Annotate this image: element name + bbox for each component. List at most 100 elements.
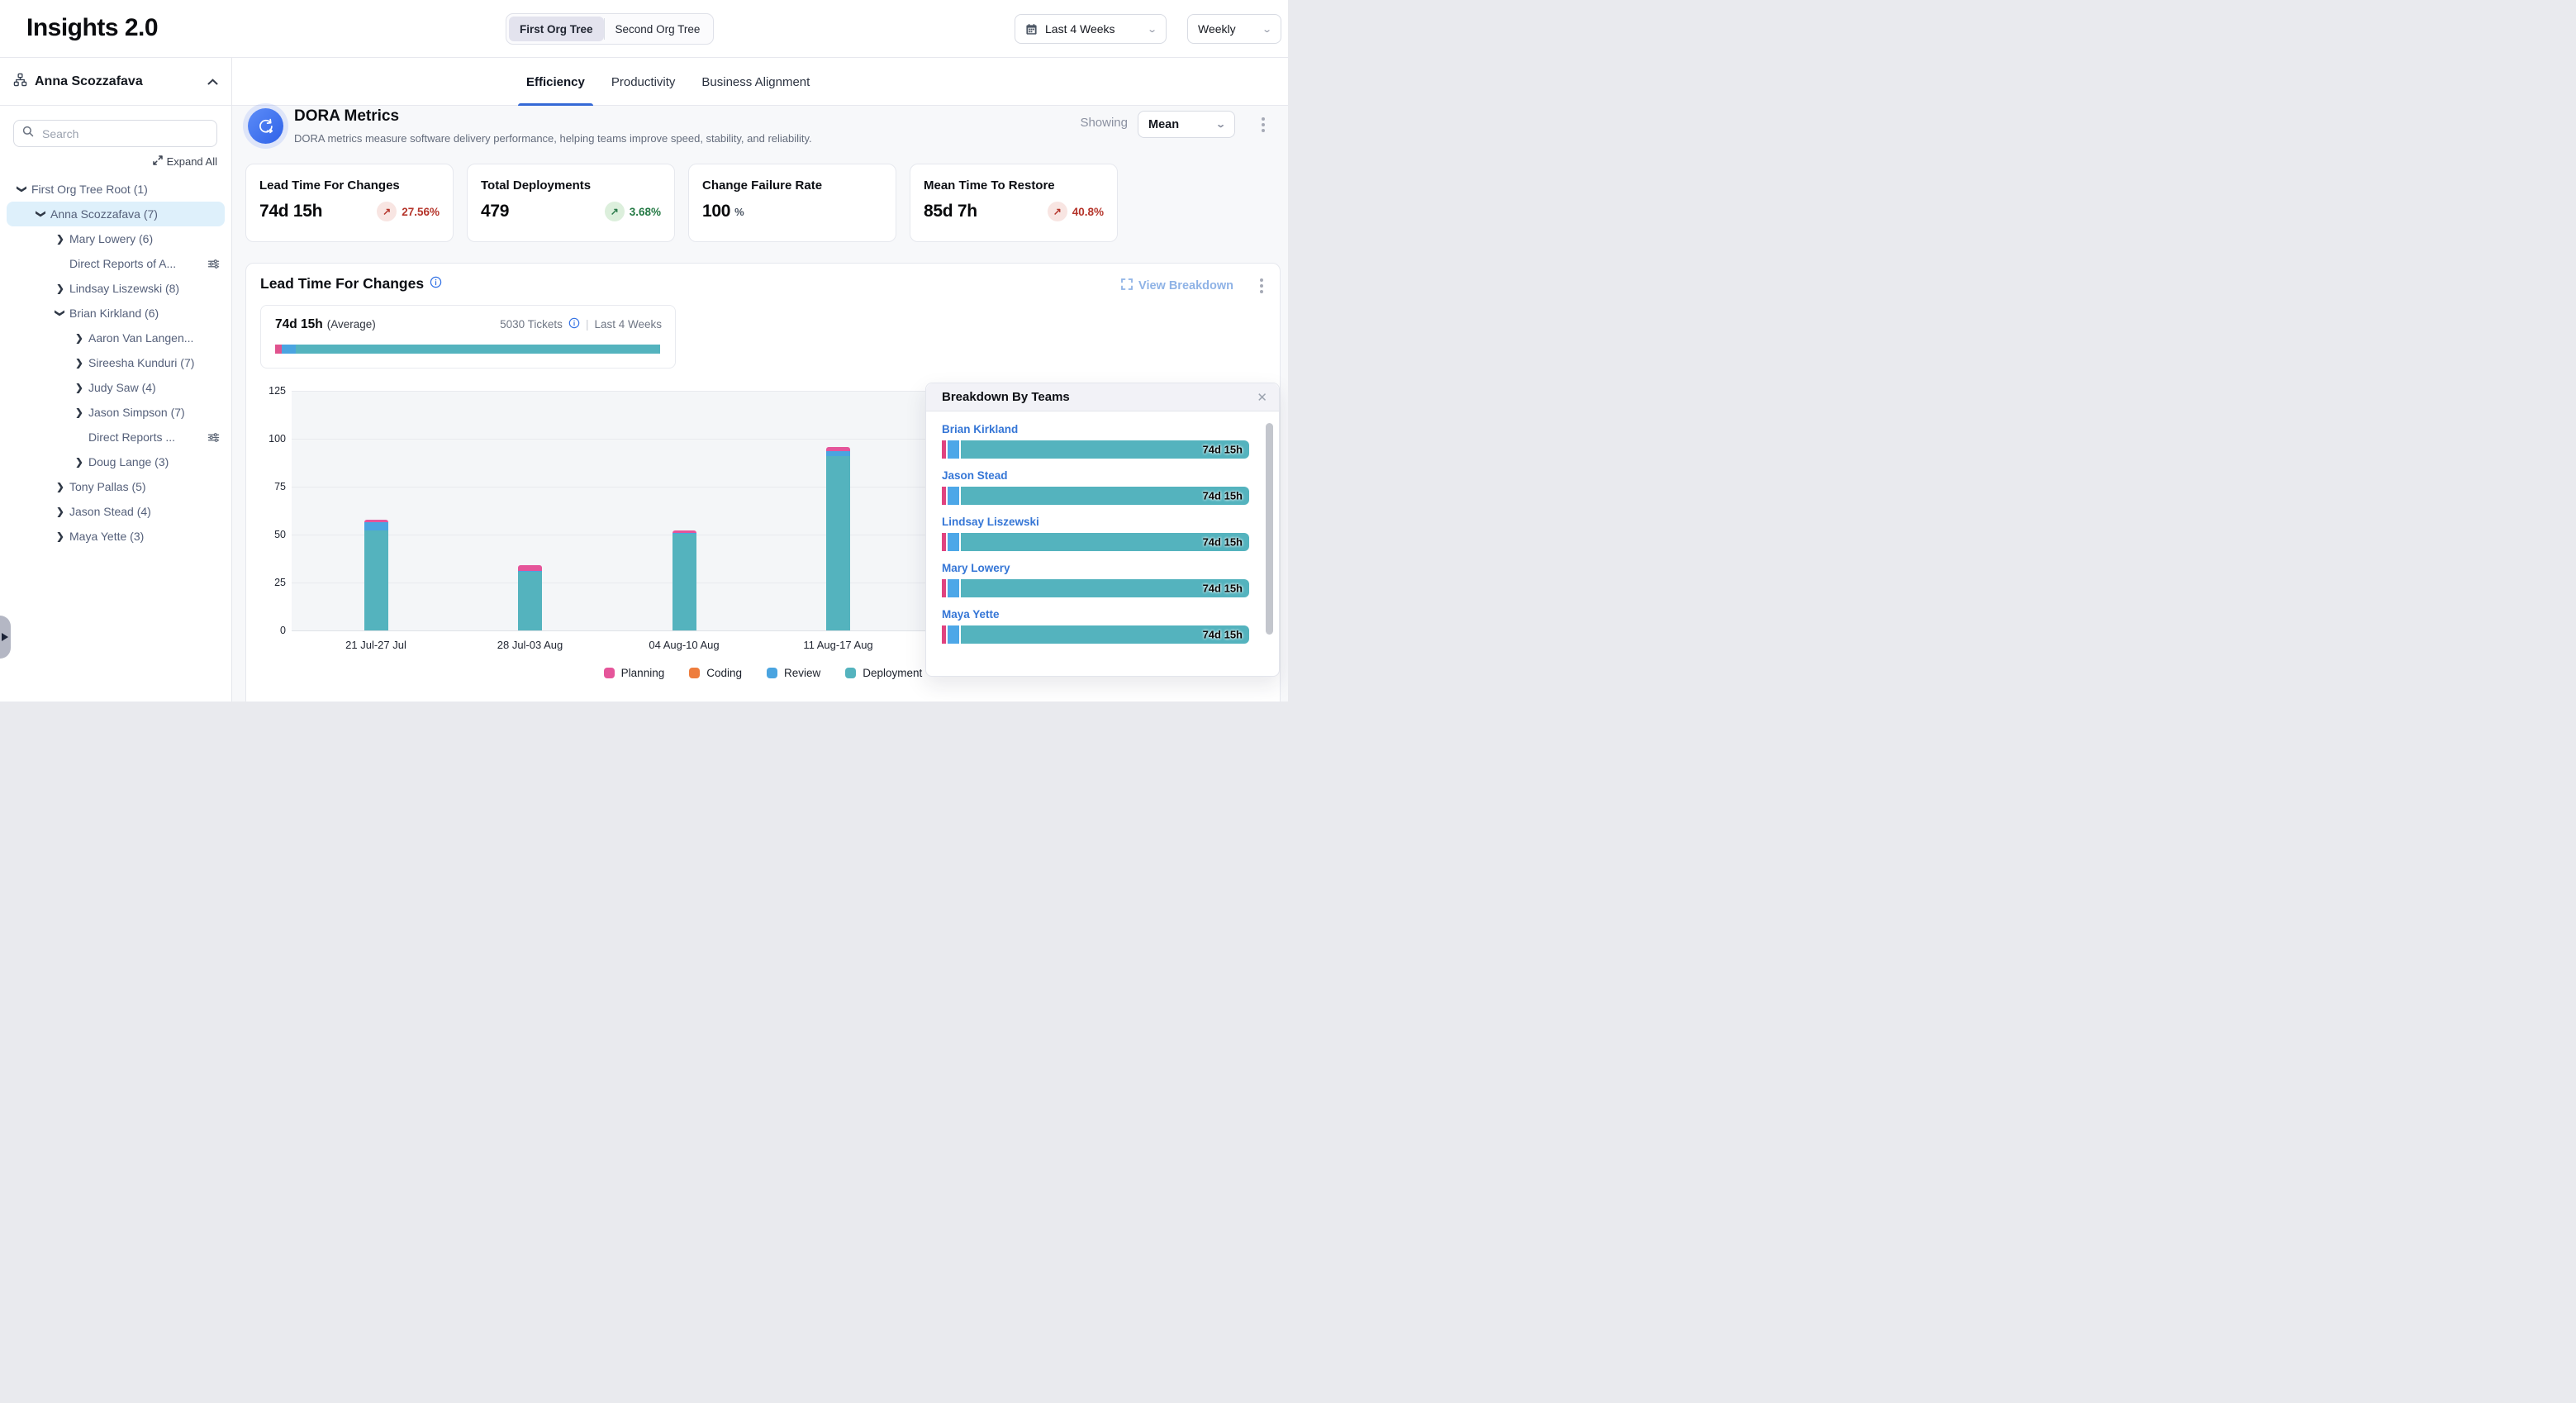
legend-label: Review [784, 667, 820, 679]
team-name-link[interactable]: Mary Lowery [942, 562, 1249, 574]
tree-item-first-org-tree-root-1[interactable]: ❯First Org Tree Root (1) [7, 177, 225, 202]
avg-segment-deployment [296, 345, 660, 354]
tree-item-mary-lowery-6[interactable]: ❯Mary Lowery (6) [7, 226, 225, 251]
legend-swatch [689, 668, 700, 678]
legend-item-review[interactable]: Review [767, 667, 820, 679]
tree-item-direct-reports[interactable]: Direct Reports ... [7, 425, 225, 449]
granularity-dropdown[interactable]: Weekly ⌄ [1187, 14, 1281, 44]
info-icon[interactable] [568, 317, 580, 331]
metric-card-lead-time-for-changes: Lead Time For Changes74d 15h↗27.56% [245, 164, 454, 242]
sidebar-expand-handle[interactable] [0, 616, 11, 659]
team-stacked-bar[interactable]: 74d 15h [942, 440, 1249, 459]
chevron-right-icon[interactable]: ❯ [70, 407, 88, 418]
tree-item-label: Maya Yette (3) [69, 530, 144, 543]
bar-segment-deployment [364, 530, 388, 630]
tree-item-maya-yette-3[interactable]: ❯Maya Yette (3) [7, 524, 225, 549]
info-icon[interactable] [430, 275, 442, 292]
team-bar-segment-review [948, 533, 959, 551]
chevron-right-icon[interactable]: ❯ [70, 382, 88, 393]
chevron-up-icon[interactable] [207, 76, 218, 88]
metric-value: 100 [702, 202, 730, 221]
team-bar-segment-review [948, 625, 959, 644]
tab-business-alignment[interactable]: Business Alignment [698, 58, 813, 106]
chevron-right-icon[interactable]: ❯ [51, 506, 69, 517]
search-icon [22, 126, 34, 141]
tree-item-anna-scozzafava-7[interactable]: ❯Anna Scozzafava (7) [7, 202, 225, 226]
bar-segment-review [364, 522, 388, 530]
breakdown-row-maya-yette: Maya Yette 74d 15h [942, 608, 1249, 644]
y-tick-label: 100 [253, 433, 286, 445]
expand-all-button[interactable]: Expand All [153, 155, 217, 168]
team-stacked-bar[interactable]: 74d 15h [942, 533, 1249, 551]
average-stacked-bar [275, 345, 660, 354]
average-range: Last 4 Weeks [594, 318, 662, 331]
chevron-down-icon[interactable]: ❯ [36, 205, 47, 223]
team-name-link[interactable]: Brian Kirkland [942, 423, 1249, 435]
date-range-dropdown[interactable]: Last 4 Weeks ⌄ [1015, 14, 1167, 44]
scrollbar-thumb[interactable] [1266, 423, 1273, 635]
tree-item-label: Mary Lowery (6) [69, 232, 153, 245]
y-tick-label: 125 [253, 385, 286, 397]
showing-dropdown[interactable]: Mean ⌄ [1138, 111, 1235, 138]
tree-item-brian-kirkland-6[interactable]: ❯Brian Kirkland (6) [7, 301, 225, 326]
dora-kebab-menu[interactable] [1262, 117, 1265, 132]
chevron-right-icon[interactable]: ❯ [70, 456, 88, 468]
legend-swatch [767, 668, 777, 678]
section-kebab-menu[interactable] [1260, 278, 1263, 293]
chevron-right-icon[interactable]: ❯ [70, 332, 88, 344]
filter-sliders-icon[interactable] [207, 431, 220, 444]
team-stacked-bar[interactable]: 74d 15h [942, 625, 1249, 644]
stacked-bar-28-jul-03-aug[interactable] [518, 565, 542, 630]
chevron-right-icon[interactable]: ❯ [51, 233, 69, 245]
trend-badge: ↗3.68% [605, 202, 661, 221]
tree-item-sireesha-kunduri-7[interactable]: ❯Sireesha Kunduri (7) [7, 350, 225, 375]
search-input[interactable] [40, 126, 208, 141]
team-name-link[interactable]: Lindsay Liszewski [942, 516, 1249, 528]
tree-item-judy-saw-4[interactable]: ❯Judy Saw (4) [7, 375, 225, 400]
metric-cards: Lead Time For Changes74d 15h↗27.56%Total… [245, 164, 1118, 242]
tree-item-label: Doug Lange (3) [88, 455, 169, 468]
legend-item-planning[interactable]: Planning [604, 667, 665, 679]
tab-productivity[interactable]: Productivity [608, 58, 679, 106]
chevron-down-icon[interactable]: ❯ [17, 180, 28, 198]
chevron-right-icon[interactable]: ❯ [70, 357, 88, 369]
chevron-down-icon[interactable]: ❯ [55, 304, 66, 322]
close-icon[interactable]: ✕ [1257, 390, 1267, 405]
tree-item-lindsay-liszewski-8[interactable]: ❯Lindsay Liszewski (8) [7, 276, 225, 301]
tree-item-direct-reports-of-a[interactable]: Direct Reports of A... [7, 251, 225, 276]
stacked-bar-21-jul-27-jul[interactable] [364, 520, 388, 630]
chevron-right-icon[interactable]: ❯ [51, 530, 69, 542]
bar-segment-deployment [826, 456, 850, 630]
stacked-bar-04-aug-10-aug[interactable] [673, 530, 696, 630]
team-stacked-bar[interactable]: 74d 15h [942, 487, 1249, 505]
toggle-second-org-tree[interactable]: Second Org Tree [605, 17, 711, 41]
chevron-right-icon[interactable]: ❯ [51, 283, 69, 294]
stacked-bar-11-aug-17-aug[interactable] [826, 447, 850, 630]
showing-value: Mean [1148, 118, 1179, 131]
chevron-right-icon[interactable]: ❯ [51, 481, 69, 492]
tree-item-aaron-van-langen[interactable]: ❯Aaron Van Langen... [7, 326, 225, 350]
team-name-link[interactable]: Maya Yette [942, 608, 1249, 621]
view-breakdown-button[interactable]: View Breakdown [1121, 278, 1233, 293]
filter-sliders-icon[interactable] [207, 258, 220, 270]
legend-item-coding[interactable]: Coding [689, 667, 742, 679]
tree-item-jason-stead-4[interactable]: ❯Jason Stead (4) [7, 499, 225, 524]
metric-title: Mean Time To Restore [924, 178, 1104, 193]
tab-efficiency[interactable]: Efficiency [523, 58, 588, 106]
tree-item-jason-simpson-7[interactable]: ❯Jason Simpson (7) [7, 400, 225, 425]
bar-segment-planning [518, 565, 542, 571]
legend-swatch [845, 668, 856, 678]
team-stacked-bar[interactable]: 74d 15h [942, 579, 1249, 597]
legend-item-deployment[interactable]: Deployment [845, 667, 922, 679]
team-bar-segment-review [948, 579, 959, 597]
y-tick-label: 50 [253, 529, 286, 540]
tree-item-doug-lange-3[interactable]: ❯Doug Lange (3) [7, 449, 225, 474]
toggle-first-org-tree[interactable]: First Org Tree [509, 17, 604, 41]
tree-item-label: Direct Reports ... [88, 430, 175, 444]
metric-unit: % [734, 206, 744, 218]
legend-label: Coding [706, 667, 742, 679]
team-name-link[interactable]: Jason Stead [942, 469, 1249, 482]
tree-item-tony-pallas-5[interactable]: ❯Tony Pallas (5) [7, 474, 225, 499]
sidebar-header[interactable]: Anna Scozzafava [0, 58, 231, 106]
section-title-row: Lead Time For Changes [260, 275, 442, 292]
